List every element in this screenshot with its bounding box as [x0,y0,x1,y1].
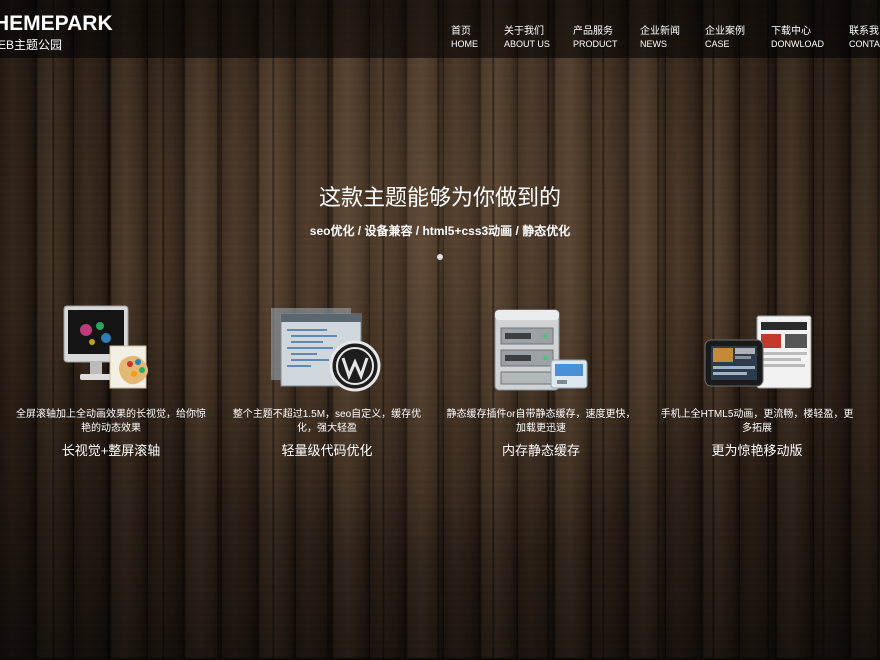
tablet-mobile-icon [697,300,817,400]
nav-label-en: HOME [451,39,478,49]
feature-card-long-visual: 全屏滚轴加上全动画效果的长视觉，给你惊艳的动态效果 长视觉+整屏滚轴 [6,300,216,459]
monitor-palette-icon [56,300,166,400]
nav-label-cn: 联系我 [849,26,879,37]
nav-label-en: NEWS [640,39,667,49]
nav-label-en: PRODUCT [573,39,618,49]
hero-subtitle: seo优化 / 设备兼容 / html5+css3动画 / 静态优化 [309,224,571,238]
feature-description: 手机上全HTML5动画，更流畅，楼轻盈，更多拓展 [660,409,854,434]
nav-label-cn: 产品服务 [573,26,613,37]
nav-item-home[interactable]: 首页 HOME [451,26,478,50]
nav-item-about[interactable]: 关于我们 ABOUT US [504,26,550,50]
feature-description: 整个主题不超过1.5M，seo自定义，缓存优化，强大轻盈 [232,409,422,434]
nav-label-cn: 下载中心 [771,26,811,37]
feature-card-static-cache: 静态缓存插件or自带静态缓存，速度更快，加载更迅速 内存静态缓存 [436,300,646,459]
nav-label-cn: 首页 [451,26,471,37]
feature-title: 更为惊艳移动版 [711,443,803,458]
scroll-indicator-dot [437,254,443,260]
nav-label-cn: 企业新闻 [640,26,680,37]
nav-label-en: DONWLOAD [771,39,825,49]
nav-item-contact[interactable]: 联系我 CONTA [849,26,880,50]
server-cache-icon [481,300,601,400]
feature-title: 长视觉+整屏滚轴 [61,443,161,458]
feature-title: 轻量级代码优化 [281,443,373,458]
feature-title: 内存静态缓存 [501,443,580,458]
nav-item-news[interactable]: 企业新闻 NEWS [640,26,680,50]
feature-description: 静态缓存插件or自带静态缓存，速度更快，加载更迅速 [446,409,636,434]
feature-description: 全屏滚轴加上全动画效果的长视觉，给你惊艳的动态效果 [16,409,206,434]
nav-item-download[interactable]: 下载中心 DONWLOAD [771,26,824,50]
logo-subtitle: EB主题公园 [0,38,63,52]
nav-label-en: ABOUT US [504,39,550,49]
nav-item-case[interactable]: 企业案例 CASE [705,26,745,50]
feature-card-lightweight: 整个主题不超过1.5M，seo自定义，缓存优化，强大轻盈 轻量级代码优化 [222,300,432,459]
wordpress-code-icon [267,300,387,400]
top-navbar: HEMEPARK EB主题公园 首页 HOME 关于我们 ABOUT US 产品… [0,0,880,58]
nav-label-en: CONTA [849,39,880,49]
feature-card-mobile: 手机上全HTML5动画，更流畅，楼轻盈，更多拓展 更为惊艳移动版 [652,300,862,459]
nav-label-en: CASE [705,39,730,49]
nav-label-cn: 企业案例 [705,26,745,37]
logo[interactable]: HEMEPARK [0,12,113,36]
nav-label-cn: 关于我们 [504,26,544,37]
hero-title: 这款主题能够为你做到的 [318,186,561,211]
nav-item-product[interactable]: 产品服务 PRODUCT [573,26,618,50]
